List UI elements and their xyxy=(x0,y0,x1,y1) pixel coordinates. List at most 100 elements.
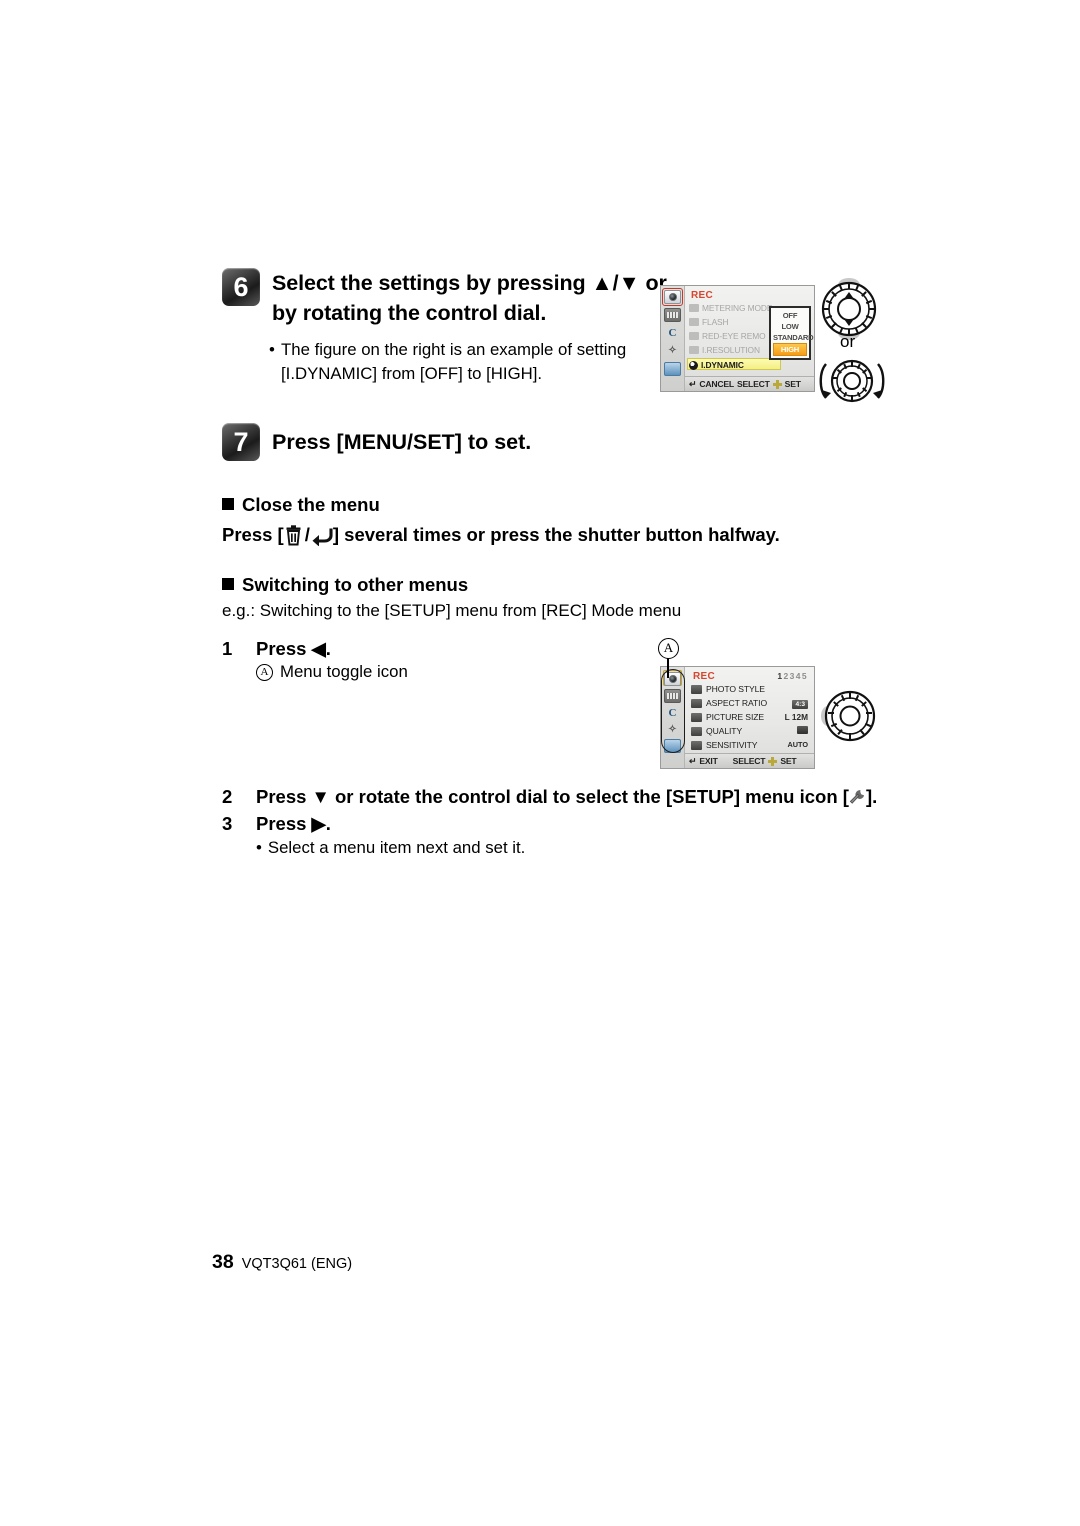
lcd2-title: REC xyxy=(693,671,716,682)
lcd1-menu-rail: C ✧ xyxy=(661,286,685,391)
aspect-ratio-icon xyxy=(691,698,702,708)
lcd1-title: REC xyxy=(691,290,714,301)
lcd2-value-picture-size: L 12M xyxy=(784,712,808,722)
sub-step-2-text: Press ▼ or rotate the control dial to se… xyxy=(256,786,877,808)
step-7-number-badge: 7 xyxy=(222,423,260,461)
step-6-title: Select the settings by pressing ▲/▼ or b… xyxy=(272,271,667,325)
lcd2-page-rest: 2345 xyxy=(783,671,808,681)
lcd2-set-label: SET xyxy=(780,756,797,766)
lcd1-row-red-eye-removal: RED-EYE REMO xyxy=(689,331,766,341)
close-menu-prefix: Press [ xyxy=(222,524,284,545)
quality-value-icon xyxy=(797,726,808,734)
lcd1-row-label: I.RESOLUTION xyxy=(702,345,760,355)
submenu-option-standard[interactable]: STANDARD xyxy=(773,332,814,343)
trash-icon xyxy=(286,524,301,545)
sub-step-1-number: 1 xyxy=(222,638,233,659)
sub-step-2-number: 2 xyxy=(222,786,233,807)
submenu-option-off[interactable]: OFF xyxy=(773,310,807,321)
callout-a-leader-line xyxy=(667,656,669,678)
lcd2-row-aspect-ratio: ASPECT RATIO xyxy=(691,698,767,708)
close-the-menu-instruction: Press [ / ] several times or press the s… xyxy=(222,524,780,546)
icon-separator-slash: / xyxy=(304,524,310,545)
lcd1-submenu-popup[interactable]: OFF LOW STANDARD HIGH xyxy=(769,306,814,360)
lcd2-row-label: PHOTO STYLE xyxy=(706,684,765,694)
sub-step-2: 2 Press ▼ or rotate the control dial to … xyxy=(222,786,877,808)
step-6-bullet-text: The figure on the right is an example of… xyxy=(281,340,627,383)
lcd2-menu-toggle-highlight xyxy=(661,669,685,753)
lcd2-row-label: PICTURE SIZE xyxy=(706,712,765,722)
custom-c-icon: C xyxy=(668,327,677,339)
lcd2-row-label: ASPECT RATIO xyxy=(706,698,768,708)
lcd2-row-label: QUALITY xyxy=(706,726,743,736)
metering-mode-icon xyxy=(689,304,699,312)
return-arrow-icon: ↵ xyxy=(689,378,697,389)
page-footer: 38 VQT3Q61 (ENG) xyxy=(212,1251,352,1274)
lcd1-set-label: SET xyxy=(784,379,801,389)
lcd1-row-label: RED-EYE REMO xyxy=(702,331,766,341)
photo-style-icon xyxy=(691,684,702,694)
lcd2-row-label: SENSITIVITY xyxy=(706,740,758,750)
sub-step-2-main-text: Press ▼ or rotate the control dial to se… xyxy=(256,786,849,807)
submenu-option-low[interactable]: LOW xyxy=(773,321,807,332)
lcd1-row-label: METERING MODE xyxy=(702,303,773,313)
square-bullet-icon xyxy=(222,498,234,510)
camera-lens-dot-icon xyxy=(668,293,677,301)
lcd2-value-quality xyxy=(797,726,808,736)
close-menu-suffix: ] several times or press the shutter but… xyxy=(332,524,780,545)
step-6-bullet: • The figure on the right is an example … xyxy=(269,338,669,386)
return-arrow-icon: ↵ xyxy=(689,755,697,766)
cursor-button-up-down-icon xyxy=(821,278,877,340)
lcd2-page-indicator: 12345 xyxy=(777,671,808,681)
playback-icon xyxy=(664,362,681,376)
wrench-icon: ✧ xyxy=(668,345,677,356)
lcd2-row-sensitivity: SENSITIVITY xyxy=(691,740,758,750)
aspect-ratio-value: 4:3 xyxy=(792,700,808,709)
i-dynamic-icon xyxy=(689,360,698,370)
lcd2-exit-label: EXIT xyxy=(699,756,718,766)
sub-step-3: 3 Press ▶. xyxy=(222,813,331,835)
close-the-menu-heading: Close the menu xyxy=(222,494,380,516)
bullet-dot-icon: • xyxy=(269,340,275,359)
sub-step-3-number: 3 xyxy=(222,813,233,834)
lcd2-select-label: SELECT xyxy=(732,756,766,766)
lcd1-bottom-bar: ↵ CANCEL SELECT SET xyxy=(685,376,814,391)
step-6-heading: 6 Select the settings by pressing ▲/▼ or… xyxy=(222,268,670,328)
lcd2-row-photo-style: PHOTO STYLE xyxy=(691,684,765,694)
camera-lcd-screen-idynamic: C ✧ REC METERING MODE FLASH RED-EYE REMO… xyxy=(660,285,815,392)
wrench-icon xyxy=(849,790,865,804)
sensitivity-icon xyxy=(691,740,702,750)
camera-icon xyxy=(664,290,681,304)
red-eye-icon xyxy=(689,332,699,340)
control-dial-rotate-icon xyxy=(819,359,885,403)
lcd1-row-i-dynamic: I.DYNAMIC xyxy=(689,360,744,370)
movie-icon xyxy=(664,308,681,322)
submenu-option-high[interactable]: HIGH xyxy=(773,343,807,356)
close-the-menu-heading-text: Close the menu xyxy=(242,494,380,515)
manual-page: 6 Select the settings by pressing ▲/▼ or… xyxy=(0,0,1080,1526)
sub-step-1-text: Press ◀. xyxy=(256,638,331,659)
sub-step-3-bullet: • Select a menu item next and set it. xyxy=(256,838,525,858)
lcd2-row-picture-size: PICTURE SIZE xyxy=(691,712,764,722)
lcd1-cancel-label: CANCEL xyxy=(699,379,734,389)
callout-a-legend: A Menu toggle icon xyxy=(256,662,408,682)
lcd2-value-sensitivity: AUTO xyxy=(787,740,808,749)
quality-icon xyxy=(691,726,702,736)
step-7-title: Press [MENU/SET] to set. xyxy=(272,430,532,454)
lcd1-row-i-resolution: I.RESOLUTION xyxy=(689,345,760,355)
square-bullet-icon xyxy=(222,578,234,590)
sub-step-3-bullet-text: Select a menu item next and set it. xyxy=(267,838,526,857)
switching-menus-heading: Switching to other menus xyxy=(222,574,468,596)
lcd1-row-metering-mode: METERING MODE xyxy=(689,303,772,313)
or-label: or xyxy=(840,332,856,351)
lcd1-row-flash: FLASH xyxy=(689,317,729,327)
sub-step-3-text: Press ▶. xyxy=(256,813,331,834)
lcd1-row-label: FLASH xyxy=(702,317,729,327)
step-7-block: 7 Press [MENU/SET] to set. xyxy=(222,423,531,461)
callout-a-marker: A xyxy=(658,638,679,659)
lcd2-value-aspect-ratio: 4:3 xyxy=(792,698,808,709)
page-number: 38 xyxy=(212,1251,234,1273)
callout-a-marker: A xyxy=(256,663,273,681)
four-way-pad-icon xyxy=(768,756,778,766)
picture-size-icon xyxy=(691,712,702,722)
return-arrow-icon xyxy=(312,528,333,546)
